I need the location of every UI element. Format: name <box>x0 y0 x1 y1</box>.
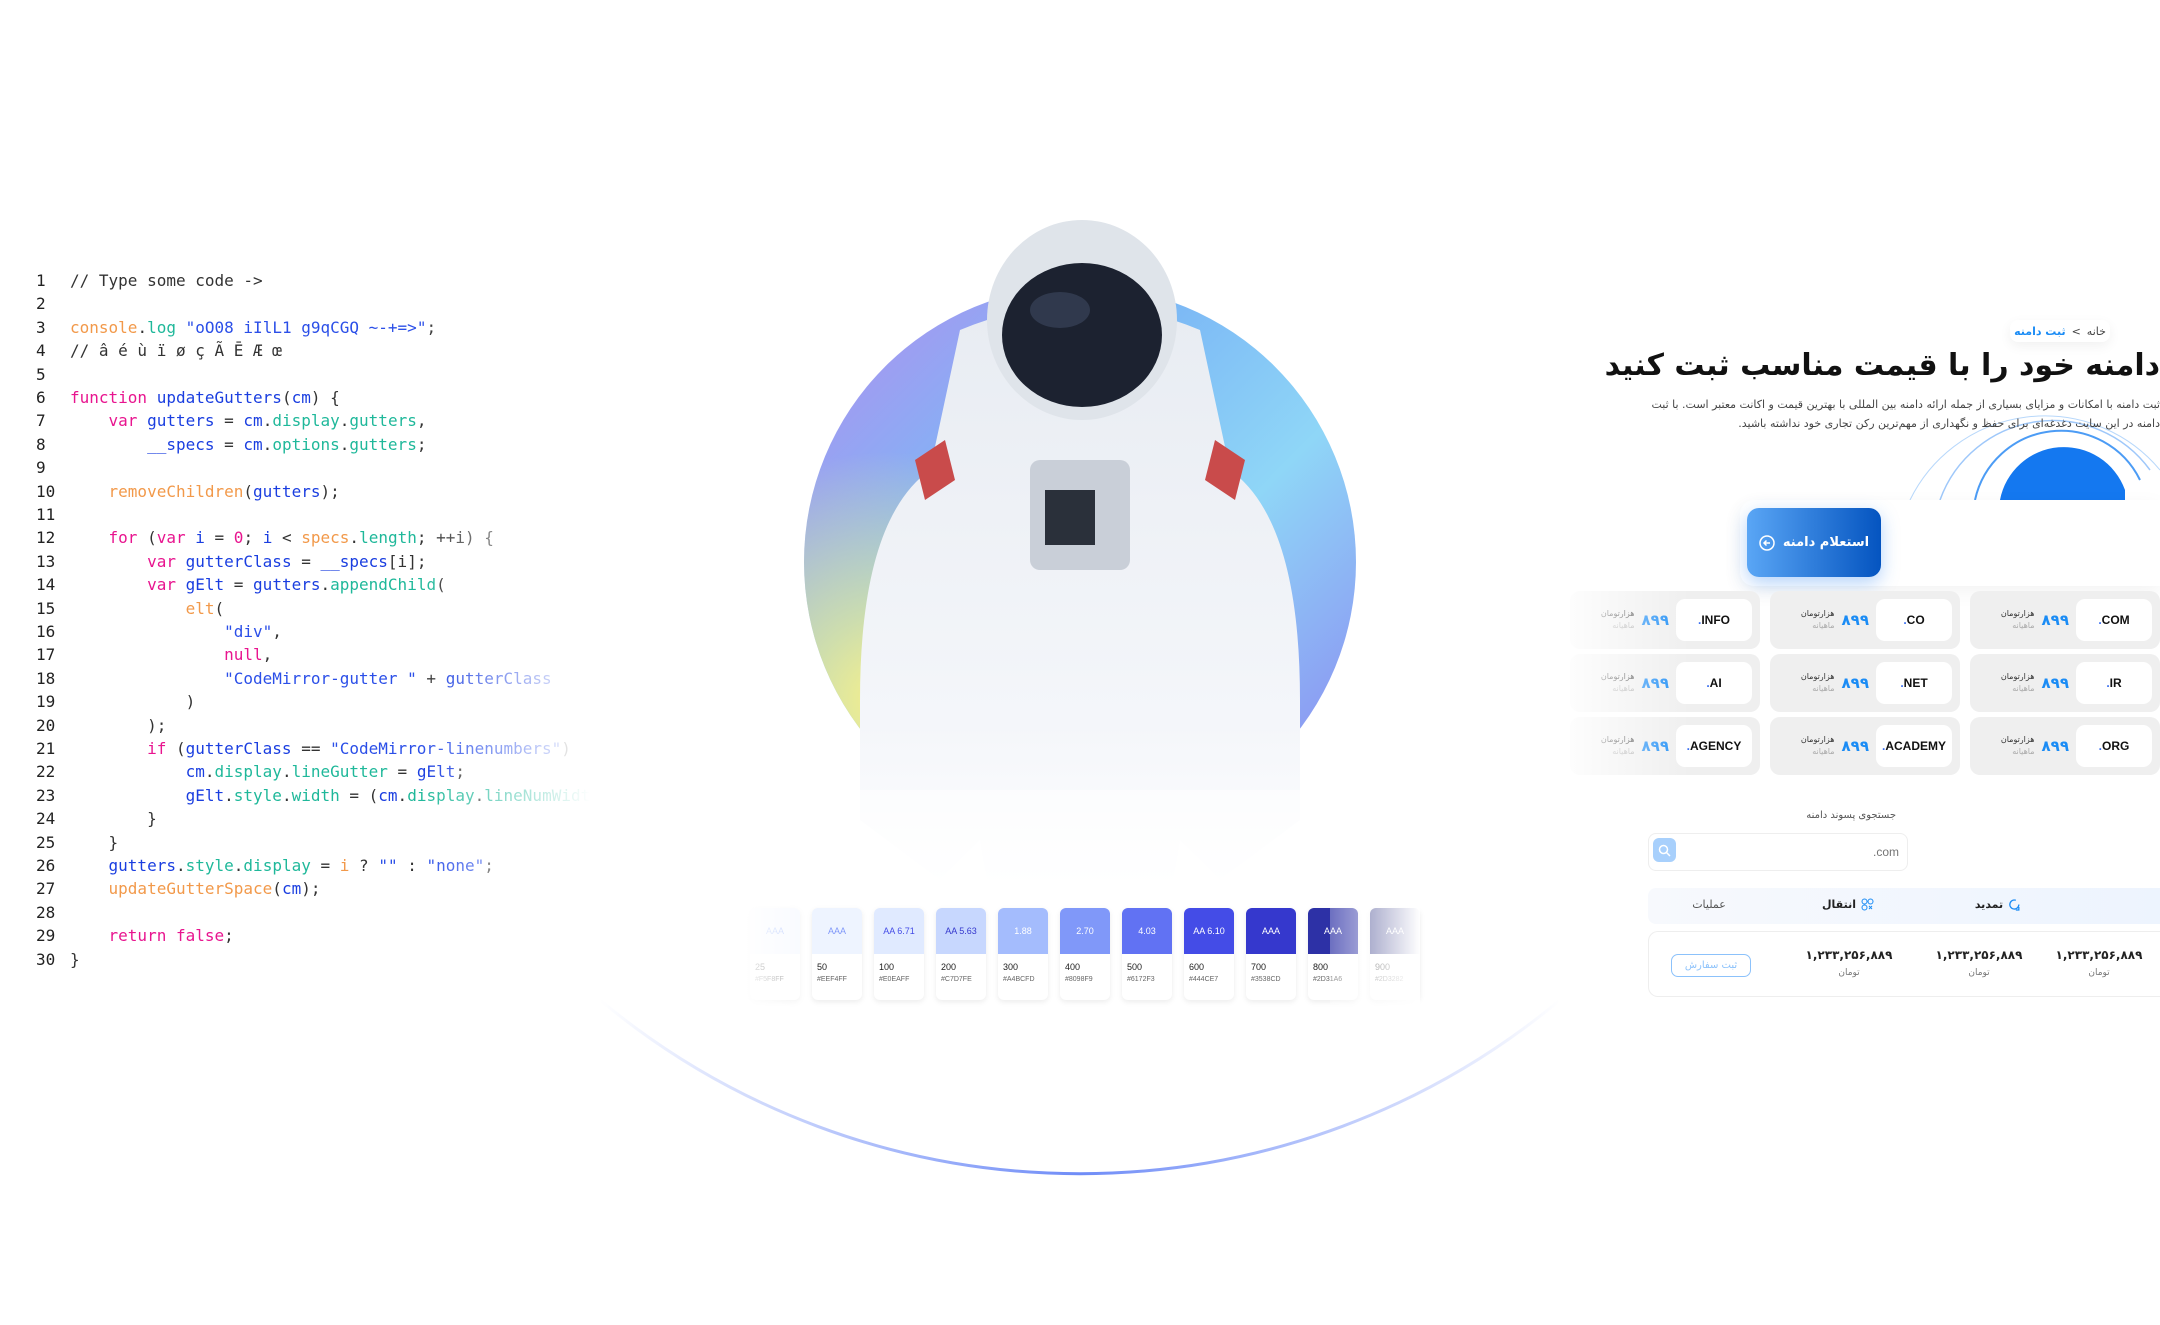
transfer-icon <box>1861 898 1874 911</box>
breadcrumb: خانه > ثبت دامنه <box>2010 320 2110 342</box>
domain-card[interactable]: . NET ۸۹۹ هزارتومان ماهیانه <box>1770 654 1960 712</box>
inquiry-button-label: استعلام دامنه <box>1782 535 1870 550</box>
tld-price: ۸۹۹ <box>2041 737 2069 755</box>
price-unit: هزارتومانماهیانه <box>1800 609 1835 630</box>
color-swatch[interactable]: AAA 50 #EEF4FF <box>812 908 862 1000</box>
domain-inquiry-button[interactable]: استعلام دامنه <box>1747 508 1881 577</box>
swatch-hex: #6172F3 <box>1127 976 1155 983</box>
contrast-badge: 1.88 <box>998 908 1048 954</box>
swatch-step: 200 <box>941 962 957 972</box>
arc-line <box>599 998 1561 1176</box>
color-swatch[interactable]: AA 6.71 100 #E0EAFF <box>874 908 924 1000</box>
tld-label: . IR <box>2076 662 2152 704</box>
tld-price: ۸۹۹ <box>1841 737 1869 755</box>
color-swatch[interactable]: 1.88 300 #A4BCFD <box>998 908 1048 1000</box>
description-line: دامنه در این سایت دغدغه‌ای برای حفظ و نگ… <box>1738 417 2160 430</box>
color-swatch[interactable]: AAA 700 #3538CD <box>1246 908 1296 1000</box>
contrast-badge: AA 6.71 <box>874 908 924 954</box>
arrow-left-circle-icon <box>1759 534 1775 551</box>
refresh-icon <box>2009 899 2020 911</box>
price-table-header: تمدید انتقال عملیات <box>1648 888 2160 924</box>
tld-price: ۸۹۹ <box>1841 674 1869 692</box>
color-swatch[interactable]: AA 6.10 600 #444CE7 <box>1184 908 1234 1000</box>
price-unit: هزارتومانماهیانه <box>1800 735 1835 756</box>
tld-price: ۸۹۹ <box>2041 674 2069 692</box>
palette-fade-left <box>740 900 810 1010</box>
contrast-badge: 2.70 <box>1060 908 1110 954</box>
swatch-hex: #C7D7FE <box>941 976 972 983</box>
price-unit: هزارتومانماهیانه <box>2000 609 2035 630</box>
breadcrumb-separator: > <box>2071 324 2081 338</box>
search-button[interactable] <box>1653 838 1676 862</box>
header-actions: عملیات <box>1692 898 1726 911</box>
swatch-step: 500 <box>1127 962 1143 972</box>
swatch-step: 600 <box>1189 962 1205 972</box>
tld-search-field[interactable] <box>1648 833 1908 871</box>
tld-price: ۸۹۹ <box>1841 611 1869 629</box>
contrast-badge: AAA <box>812 908 862 954</box>
swatch-step: 100 <box>879 962 895 972</box>
price-unit: هزارتومانماهیانه <box>2000 672 2035 693</box>
swatch-step: 300 <box>1003 962 1019 972</box>
price-unit: هزارتومانماهیانه <box>2000 735 2035 756</box>
transfer-price: ۱,۲۳۳,۲۵۶,۸۸۹ تومان <box>1805 948 1893 978</box>
tld-label: . CO <box>1876 599 1952 641</box>
page-title: دامنه خود را با قیمت مناسب ثبت کنید <box>1604 348 2160 383</box>
swatch-hex: #E0EAFF <box>879 976 910 983</box>
price-unit: هزارتومانماهیانه <box>1800 672 1835 693</box>
palette-fade-right <box>1330 900 1420 1010</box>
search-icon <box>1658 844 1671 857</box>
color-swatch[interactable]: 4.03 500 #6172F3 <box>1122 908 1172 1000</box>
domain-card[interactable]: . CO ۸۹۹ هزارتومان ماهیانه <box>1770 591 1960 649</box>
swatch-hex: #EEF4FF <box>817 976 847 983</box>
contrast-badge: 4.03 <box>1122 908 1172 954</box>
contrast-badge: AA 5.63 <box>936 908 986 954</box>
header-transfer: انتقال <box>1822 898 1874 911</box>
domain-card[interactable]: . IR ۸۹۹ هزارتومان ماهیانه <box>1970 654 2160 712</box>
header-renew: تمدید <box>1975 898 2021 911</box>
search-label: جستجوی پسوند دامنه <box>1806 810 1896 821</box>
tld-search-input[interactable] <box>1679 834 1899 870</box>
swatch-step: 50 <box>817 962 828 972</box>
color-swatch[interactable]: 2.70 400 #8098F9 <box>1060 908 1110 1000</box>
cards-fade <box>1540 580 1690 810</box>
contrast-badge: AA 6.10 <box>1184 908 1234 954</box>
color-swatch[interactable]: AA 5.63 200 #C7D7FE <box>936 908 986 1000</box>
swatch-step: 400 <box>1065 962 1081 972</box>
page-description: ثبت دامنه با امکانات و مزایای بسیاری از … <box>1560 395 2160 433</box>
tld-price: ۸۹۹ <box>2041 611 2069 629</box>
breadcrumb-current[interactable]: ثبت دامنه <box>2014 325 2065 338</box>
table-row: ثبت سفارش ۱,۲۳۳,۲۵۶,۸۸۹ تومان ۱,۲۳۳,۲۵۶,۸… <box>1648 931 2160 997</box>
tld-label: . NET <box>1876 662 1952 704</box>
swatch-hex: #A4BCFD <box>1003 976 1035 983</box>
tld-label: . ORG <box>2076 725 2152 767</box>
tld-label: . COM <box>2076 599 2152 641</box>
swatch-hex: #8098F9 <box>1065 976 1093 983</box>
swatch-step: 700 <box>1251 962 1267 972</box>
tld-label: . ACADEMY <box>1876 725 1952 767</box>
domain-card[interactable]: . COM ۸۹۹ هزارتومان ماهیانه <box>1970 591 2160 649</box>
swatch-hex: #444CE7 <box>1189 976 1219 983</box>
renew-price: ۱,۲۳۳,۲۵۶,۸۸۹ تومان <box>1935 948 2023 978</box>
domain-card[interactable]: . ORG ۸۹۹ هزارتومان ماهیانه <box>1970 717 2160 775</box>
description-line: ثبت دامنه با امکانات و مزایای بسیاری از … <box>1651 398 2160 411</box>
breadcrumb-home[interactable]: خانه <box>2087 325 2106 338</box>
contrast-badge: AAA <box>1246 908 1296 954</box>
register-price: ۱,۲۳۳,۲۵۶,۸۸۹ تومان <box>2055 948 2143 978</box>
swatch-hex: #3538CD <box>1251 976 1281 983</box>
order-button[interactable]: ثبت سفارش <box>1671 954 1751 977</box>
domain-card[interactable]: . ACADEMY ۸۹۹ هزارتومان ماهیانه <box>1770 717 1960 775</box>
